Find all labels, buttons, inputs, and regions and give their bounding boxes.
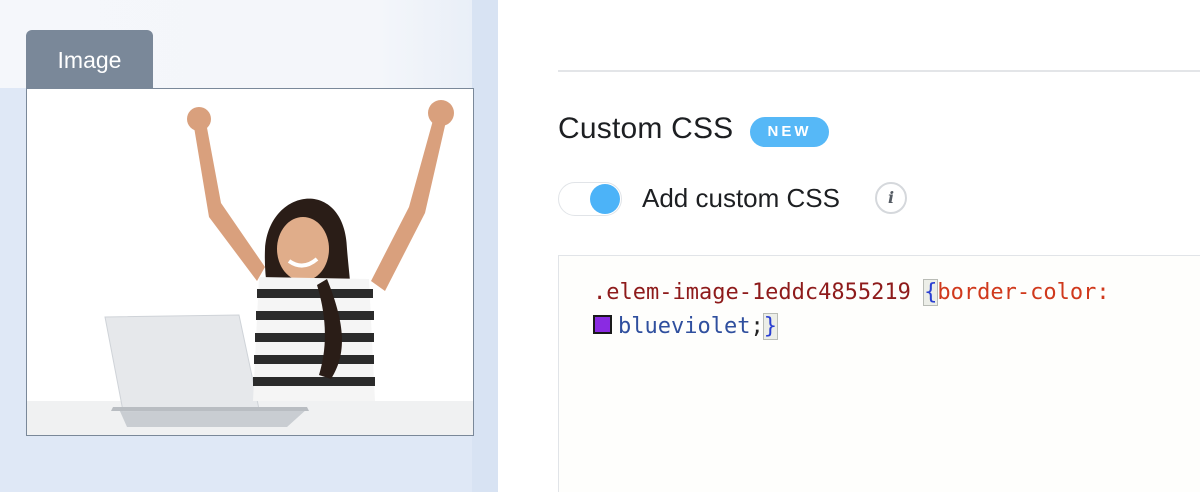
css-property: border-color: (937, 280, 1110, 305)
canvas-area: Image (0, 0, 498, 492)
laptop-base (119, 409, 307, 427)
new-badge: NEW (750, 117, 829, 147)
code-line-1: .elem-image-1eddc4855219 {border-color: (593, 279, 1110, 306)
right-fist (428, 100, 454, 126)
right-arm (371, 113, 447, 291)
image-illustration (27, 100, 473, 435)
laptop-edge (111, 407, 309, 411)
custom-css-toggle-label[interactable]: Add custom CSS (642, 183, 840, 214)
left-fist (187, 107, 211, 131)
left-arm (193, 117, 265, 281)
canvas-edge (472, 0, 498, 492)
settings-panel: Custom CSS NEW Add custom CSS i .elem-im… (498, 0, 1200, 492)
close-brace: } (762, 313, 778, 340)
custom-css-title: Custom CSS (558, 112, 734, 145)
laptop-screen (104, 314, 260, 412)
toggle-knob (590, 184, 620, 214)
code-line-2: blueviolet;} (593, 313, 778, 340)
css-value: blueviolet (618, 314, 751, 339)
info-icon[interactable]: i (875, 182, 907, 214)
section-divider (558, 70, 1200, 72)
semicolon: ; (750, 314, 764, 339)
css-code-editor[interactable]: .elem-image-1eddc4855219 {border-color: … (558, 255, 1200, 492)
striped-shirt (253, 277, 375, 401)
custom-css-toggle[interactable] (558, 182, 622, 216)
selected-image-element[interactable] (26, 88, 474, 436)
element-type-tab[interactable]: Image (26, 30, 153, 88)
color-swatch-icon[interactable] (593, 315, 612, 334)
face (277, 217, 329, 281)
open-brace: { (923, 279, 939, 306)
css-selector: .elem-image-1eddc4855219 (593, 280, 911, 305)
